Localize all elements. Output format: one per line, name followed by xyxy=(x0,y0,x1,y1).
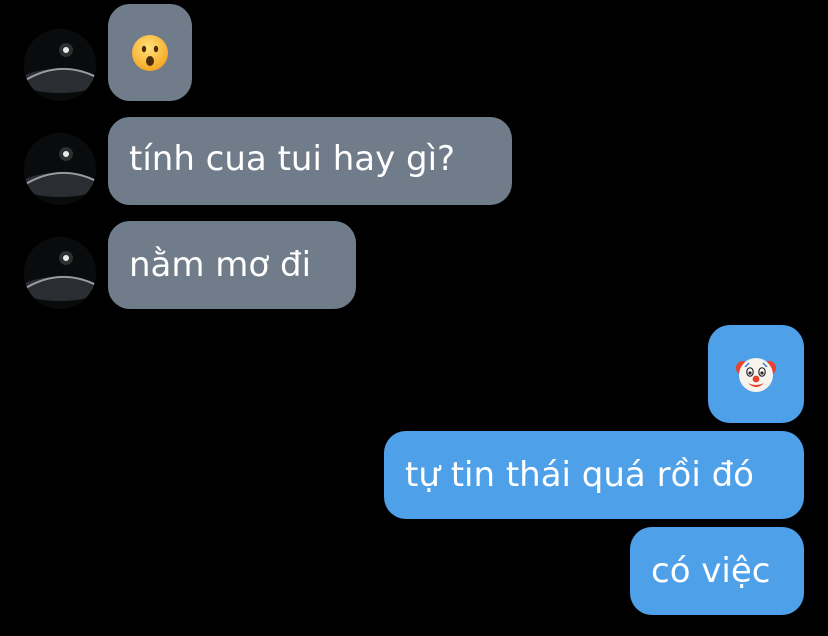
message-text: tính cua tui hay gì? xyxy=(129,139,456,179)
contact-avatar[interactable] xyxy=(24,133,96,205)
avatar-photo-icon xyxy=(24,29,96,101)
surprised-face-emoji xyxy=(132,34,168,71)
chat-screen: tính cua tui hay gì? nằm mơ đi tự tin th… xyxy=(0,0,828,636)
avatar-photo-icon xyxy=(24,237,96,309)
clown-face-emoji xyxy=(736,358,776,392)
incoming-message-bubble[interactable]: tính cua tui hay gì? xyxy=(108,117,512,205)
incoming-message-bubble[interactable] xyxy=(108,4,192,101)
contact-avatar[interactable] xyxy=(24,29,96,101)
avatar-photo-icon xyxy=(24,133,96,205)
outgoing-message-bubble[interactable] xyxy=(708,325,804,423)
message-text: nằm mơ đi xyxy=(129,245,312,285)
message-text: có việc xyxy=(651,551,771,591)
outgoing-message-bubble[interactable]: có việc xyxy=(630,527,804,615)
contact-avatar[interactable] xyxy=(24,237,96,309)
incoming-message-bubble[interactable]: nằm mơ đi xyxy=(108,221,356,309)
message-text: tự tin thái quá rồi đó xyxy=(405,455,754,495)
outgoing-message-bubble[interactable]: tự tin thái quá rồi đó xyxy=(384,431,804,519)
